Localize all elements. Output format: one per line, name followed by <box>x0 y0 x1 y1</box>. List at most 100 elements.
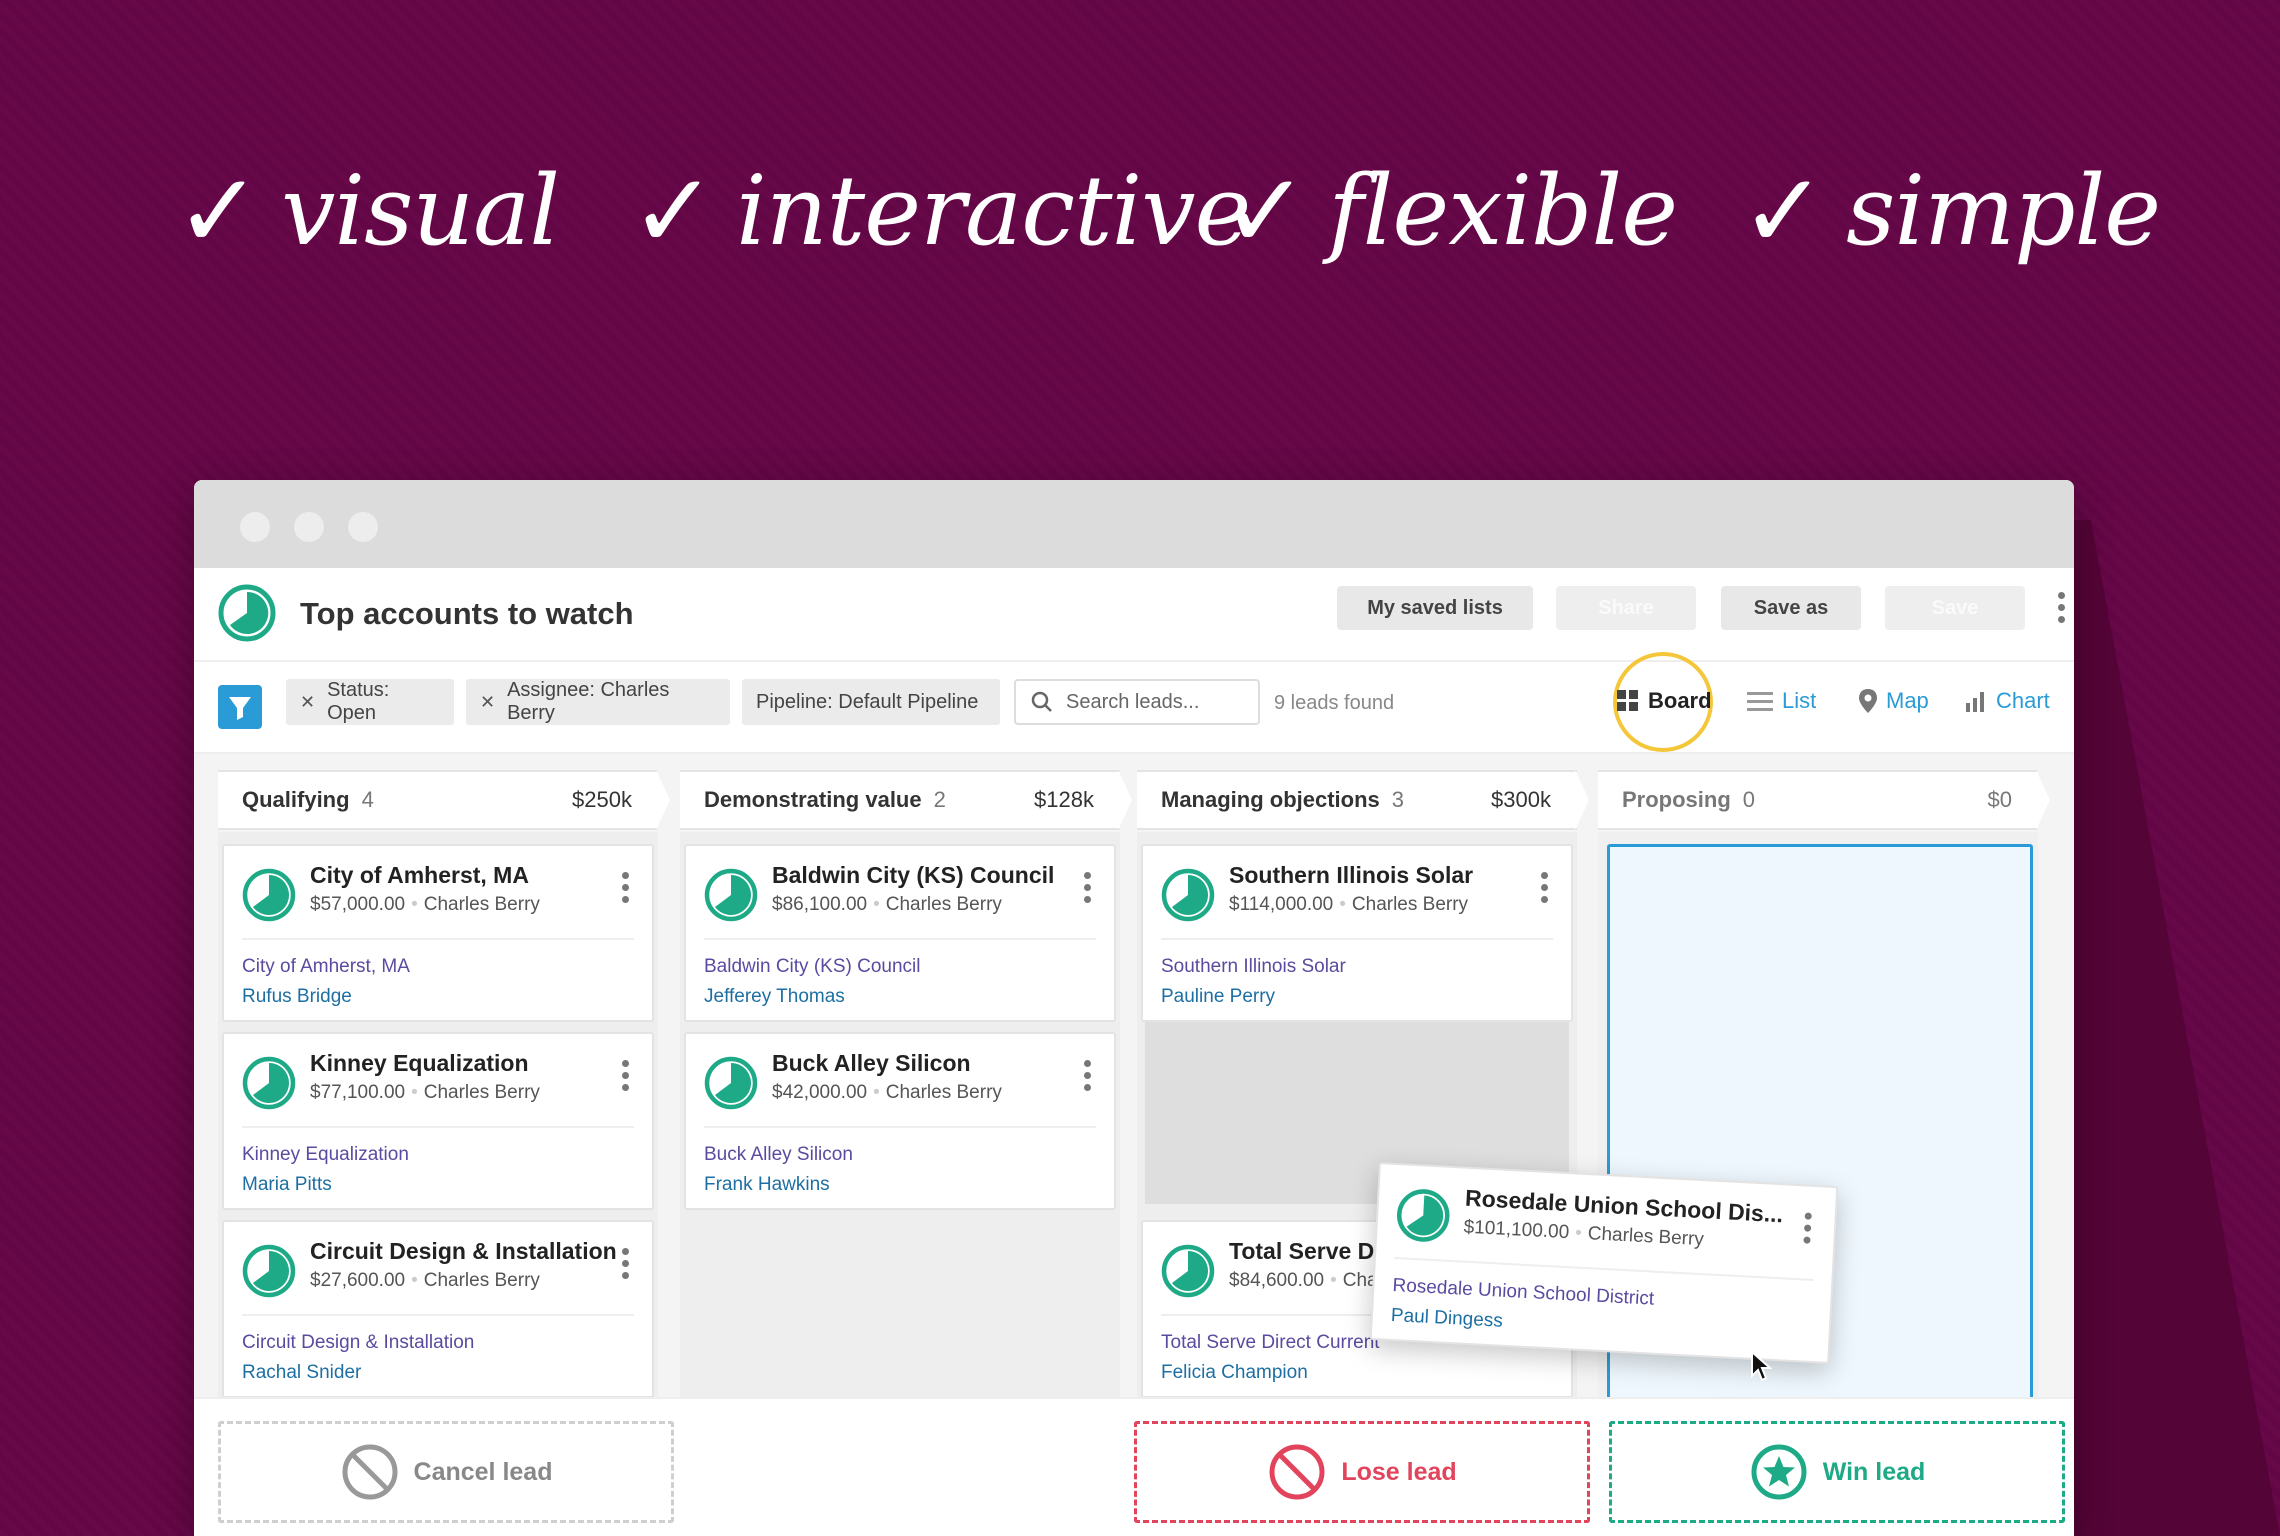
more-options-icon[interactable] <box>2056 592 2066 632</box>
lead-meta: $57,000.00 • Charles Berry <box>310 894 540 915</box>
dragging-lead-card[interactable]: Rosedale Union School Dis... $101,100.00… <box>1369 1162 1839 1364</box>
card-menu-icon[interactable] <box>1082 872 1092 908</box>
card-menu-icon[interactable] <box>1082 1060 1092 1096</box>
win-lead-dropzone[interactable]: Win lead <box>1609 1421 2065 1523</box>
lead-value: $84,600.00 <box>1229 1270 1325 1291</box>
checkmark-icon: ✓ <box>175 150 262 272</box>
window-shadow <box>2060 520 2280 1536</box>
company-link[interactable]: Circuit Design & Installation <box>242 1332 474 1354</box>
cancel-lead-dropzone[interactable]: Cancel lead <box>218 1421 674 1523</box>
lead-value: $42,000.00 <box>772 1082 868 1103</box>
contact-link[interactable]: Rachal Snider <box>242 1362 361 1384</box>
company-link[interactable]: Baldwin City (KS) Council <box>704 956 920 978</box>
view-tab-chart[interactable]: Chart <box>1964 688 2050 714</box>
lead-meta: $27,600.00 • Charles Berry <box>310 1270 540 1291</box>
stage-amount: $250k <box>572 787 632 812</box>
lead-owner: Charles Berry <box>423 1270 540 1291</box>
view-tab-label: Chart <box>1996 688 2050 713</box>
lead-name[interactable]: City of Amherst, MA <box>310 862 529 889</box>
card-menu-icon[interactable] <box>1801 1212 1813 1248</box>
lead-name[interactable]: Southern Illinois Solar <box>1229 862 1473 889</box>
view-tab-label: List <box>1782 688 1817 713</box>
search-input[interactable]: Search leads... <box>1014 679 1260 725</box>
contact-link[interactable]: Felicia Champion <box>1161 1362 1308 1384</box>
contact-link[interactable]: Rufus Bridge <box>242 986 352 1008</box>
filter-chip-pipeline[interactable]: Pipeline: Default Pipeline <box>742 679 1000 725</box>
lead-meta: $77,100.00 • Charles Berry <box>310 1082 540 1103</box>
tagline-word: interactive <box>736 155 1251 267</box>
contact-link[interactable]: Frank Hawkins <box>704 1174 830 1196</box>
save-button[interactable]: Save <box>1885 586 2025 630</box>
view-tab-list[interactable]: List <box>1746 688 1816 714</box>
company-link[interactable]: Buck Alley Silicon <box>704 1144 853 1166</box>
window-minimize-dot[interactable] <box>294 512 324 542</box>
star-icon <box>1751 1444 1807 1500</box>
stage-header-objections: Managing objections 3 $300k <box>1137 770 1589 830</box>
view-tab-label: Board <box>1648 688 1712 713</box>
checkmark-icon: ✓ <box>1740 150 1827 272</box>
stage-header-qualifying: Qualifying 4 $250k <box>218 770 670 830</box>
card-menu-icon[interactable] <box>620 1248 630 1284</box>
checkmark-icon: ✓ <box>1222 150 1309 272</box>
lead-card[interactable]: Baldwin City (KS) Council $86,100.00 • Cha… <box>684 844 1116 1022</box>
lead-card[interactable]: City of Amherst, MA $57,000.00 • Charles B… <box>222 844 654 1022</box>
company-link[interactable]: Rosedale Union School District <box>1392 1275 1655 1311</box>
tagline-word: visual <box>281 155 560 267</box>
lead-card[interactable]: Southern Illinois Solar $114,000.00 • Char… <box>1141 844 1573 1022</box>
stage-count: 0 <box>1742 787 1756 812</box>
company-link[interactable]: Southern Illinois Solar <box>1161 956 1346 978</box>
lead-owner: Charles Berry <box>1351 894 1469 915</box>
save-as-button[interactable]: Save as <box>1721 586 1861 630</box>
lead-name[interactable]: Circuit Design & Installation <box>310 1238 617 1265</box>
remove-filter-icon[interactable]: ✕ <box>480 692 495 713</box>
contact-link[interactable]: Maria Pitts <box>242 1174 332 1196</box>
filter-chip-assignee[interactable]: ✕ Assignee: Charles Berry <box>466 679 730 725</box>
stage-name: Demonstrating value <box>704 787 922 812</box>
lose-lead-dropzone[interactable]: Lose lead <box>1134 1421 1590 1523</box>
contact-link[interactable]: Pauline Perry <box>1161 986 1275 1008</box>
lead-card[interactable]: Kinney Equalization $77,100.00 • Charles B… <box>222 1032 654 1210</box>
lead-value: $77,100.00 <box>310 1082 406 1103</box>
lose-icon <box>1269 1444 1325 1500</box>
company-link[interactable]: Total Serve Direct Current <box>1161 1332 1380 1354</box>
search-icon <box>1031 691 1052 712</box>
lead-owner: Charles Berry <box>423 1082 540 1103</box>
chip-label: Status: Open <box>327 679 390 724</box>
card-menu-icon[interactable] <box>620 1060 630 1096</box>
lead-status-icon <box>242 1056 296 1110</box>
window-maximize-dot[interactable] <box>348 512 378 542</box>
contact-link[interactable]: Paul Dingess <box>1390 1305 1503 1333</box>
lead-meta: $114,000.00 • Charles Berry <box>1229 894 1469 915</box>
cancel-icon <box>342 1444 398 1500</box>
dropzone-label: Lose lead <box>1341 1457 1457 1486</box>
view-tab-board[interactable]: Board <box>1616 688 1712 714</box>
stage-name: Qualifying <box>242 787 350 812</box>
lead-meta: $42,000.00 • Charles Berry <box>772 1082 1002 1103</box>
app-logo-icon <box>218 584 276 642</box>
tagline-word: simple <box>1846 155 2161 267</box>
remove-filter-icon[interactable]: ✕ <box>300 692 315 713</box>
lead-name[interactable]: Baldwin City (KS) Council <box>772 862 1054 889</box>
tagline-simple: ✓ simple <box>1740 150 2161 272</box>
stage-name: Proposing <box>1622 787 1731 812</box>
taglines: ✓ visual ✓ interactive ✓ flexible ✓ simple <box>0 150 2280 320</box>
stage-amount: $300k <box>1491 787 1551 812</box>
view-tab-map[interactable]: Map <box>1858 688 1929 714</box>
window-close-dot[interactable] <box>240 512 270 542</box>
share-button[interactable]: Share <box>1556 586 1696 630</box>
card-menu-icon[interactable] <box>1539 872 1549 908</box>
lead-name[interactable]: Kinney Equalization <box>310 1050 529 1077</box>
card-menu-icon[interactable] <box>620 872 630 908</box>
stage-header-demonstrating: Demonstrating value 2 $128k <box>680 770 1132 830</box>
tagline-flexible: ✓ flexible <box>1222 150 1678 272</box>
lead-card[interactable]: Buck Alley Silicon $42,000.00 • Charles Be… <box>684 1032 1116 1210</box>
filter-funnel-icon[interactable] <box>218 685 262 729</box>
lead-value: $27,600.00 <box>310 1270 406 1291</box>
filter-chip-status[interactable]: ✕ Status: Open <box>286 679 454 725</box>
contact-link[interactable]: Jefferey Thomas <box>704 986 845 1008</box>
my-saved-lists-button[interactable]: My saved lists <box>1337 586 1533 630</box>
lead-name[interactable]: Buck Alley Silicon <box>772 1050 971 1077</box>
lead-card[interactable]: Circuit Design & Installation $27,600.00… <box>222 1220 654 1398</box>
company-link[interactable]: Kinney Equalization <box>242 1144 409 1166</box>
company-link[interactable]: City of Amherst, MA <box>242 956 410 978</box>
